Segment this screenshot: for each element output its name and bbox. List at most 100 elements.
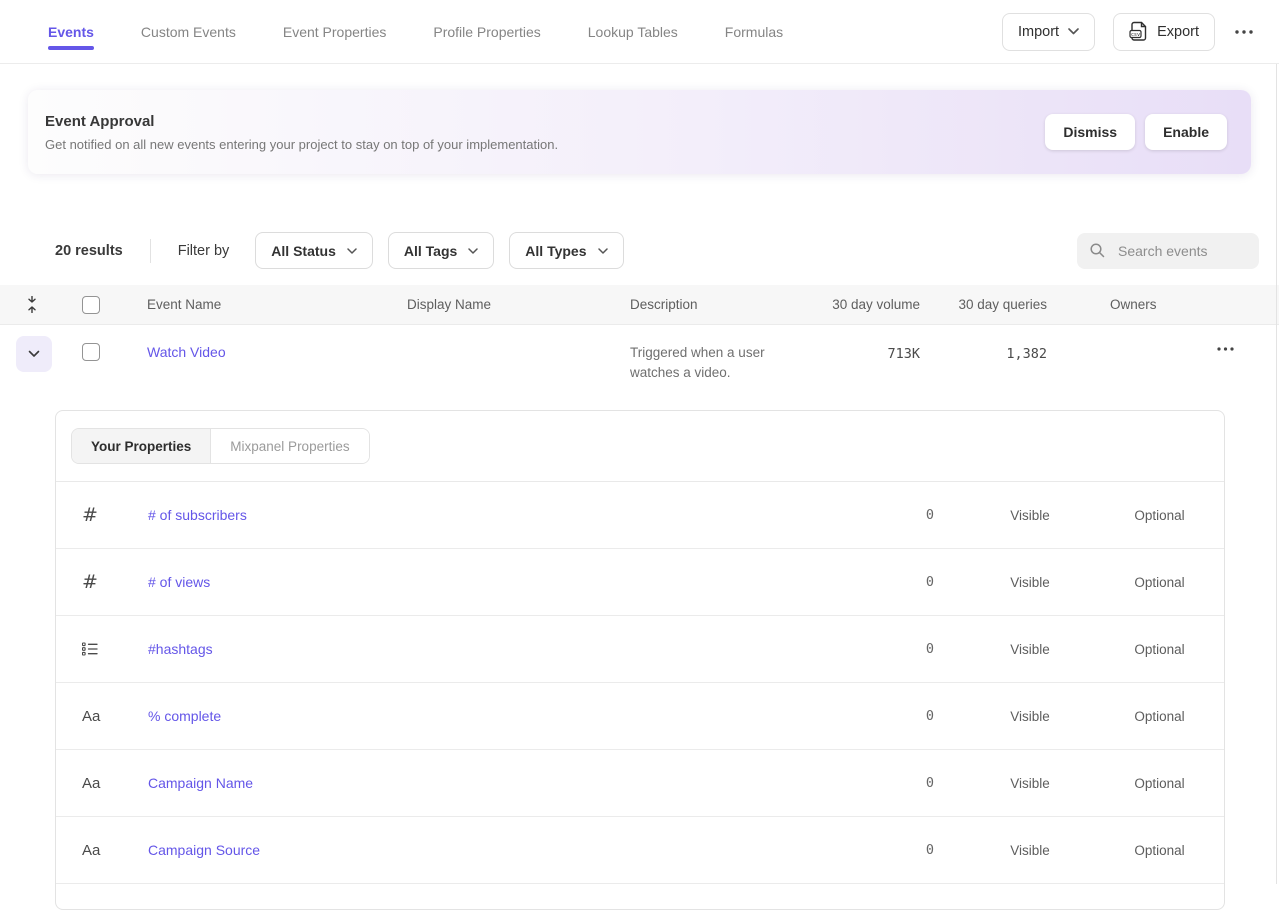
event-row-watch-video: Watch Video Triggered when a user watche… xyxy=(0,325,1279,410)
search-icon xyxy=(1089,242,1106,259)
chevron-down-icon xyxy=(468,248,478,254)
number-type-icon: # xyxy=(82,571,148,593)
column-header-queries: 30 day queries xyxy=(920,297,1047,312)
types-filter-label: All Types xyxy=(525,243,586,259)
row-checkbox[interactable] xyxy=(82,343,100,361)
tab-event-properties-label: Event Properties xyxy=(283,24,387,40)
tab-profile-properties-label: Profile Properties xyxy=(433,24,540,40)
search-input[interactable] xyxy=(1116,242,1247,260)
property-query-count: 0 xyxy=(765,708,965,724)
banner-title: Event Approval xyxy=(45,113,1045,130)
tab-your-properties[interactable]: Your Properties xyxy=(72,429,211,463)
nav-actions: Import csv Export xyxy=(1002,13,1255,51)
more-options-button[interactable] xyxy=(1233,26,1255,38)
csv-file-icon: csv xyxy=(1129,21,1148,42)
tab-event-properties[interactable]: Event Properties xyxy=(283,0,387,63)
export-button-label: Export xyxy=(1157,24,1199,40)
property-visibility: Visible xyxy=(965,642,1095,657)
property-query-count: 0 xyxy=(765,775,965,791)
status-filter-label: All Status xyxy=(271,243,336,259)
property-requirement: Optional xyxy=(1095,642,1224,657)
property-requirement: Optional xyxy=(1095,843,1224,858)
svg-text:csv: csv xyxy=(1131,32,1140,38)
tab-events-label: Events xyxy=(48,24,94,40)
property-requirement: Optional xyxy=(1095,776,1224,791)
tab-lookup-tables-label: Lookup Tables xyxy=(588,24,678,40)
import-button-label: Import xyxy=(1018,24,1059,40)
text-type-icon: Aa xyxy=(82,708,148,725)
number-type-icon: # xyxy=(82,504,148,526)
types-filter-dropdown[interactable]: All Types xyxy=(509,232,623,269)
property-requirement: Optional xyxy=(1095,575,1224,590)
export-button[interactable]: csv Export xyxy=(1113,13,1215,51)
property-query-count: 0 xyxy=(765,574,965,590)
property-visibility: Visible xyxy=(965,709,1095,724)
event-name-link[interactable]: Watch Video xyxy=(147,344,226,360)
text-type-icon: Aa xyxy=(82,775,148,792)
property-visibility: Visible xyxy=(965,843,1095,858)
tab-mixpanel-properties[interactable]: Mixpanel Properties xyxy=(211,429,368,463)
tab-profile-properties[interactable]: Profile Properties xyxy=(433,0,540,63)
import-button[interactable]: Import xyxy=(1002,13,1095,51)
select-all-checkbox[interactable] xyxy=(82,296,100,314)
property-name-link[interactable]: % complete xyxy=(148,708,221,724)
enable-button[interactable]: Enable xyxy=(1145,114,1227,150)
chevron-down-icon xyxy=(598,248,608,254)
search-box[interactable] xyxy=(1077,233,1259,269)
event-approval-banner: Event Approval Get notified on all new e… xyxy=(28,90,1251,174)
results-count: 20 results xyxy=(55,243,123,259)
tab-formulas[interactable]: Formulas xyxy=(725,0,783,63)
tab-events[interactable]: Events xyxy=(48,0,94,63)
property-name-link[interactable]: #hashtags xyxy=(148,641,213,657)
tab-lookup-tables[interactable]: Lookup Tables xyxy=(588,0,678,63)
tab-custom-events[interactable]: Custom Events xyxy=(141,0,236,63)
list-type-icon xyxy=(82,642,148,656)
property-visibility: Visible xyxy=(965,776,1095,791)
property-name-link[interactable]: Campaign Source xyxy=(148,842,260,858)
window-right-border xyxy=(1276,64,1277,884)
property-name-link[interactable]: # of views xyxy=(148,574,210,590)
status-filter-dropdown[interactable]: All Status xyxy=(255,232,373,269)
event-description: Triggered when a user watches a video. xyxy=(630,325,820,383)
property-query-count: 0 xyxy=(765,641,965,657)
nav-tabs: Events Custom Events Event Properties Pr… xyxy=(48,0,1002,63)
property-requirement: Optional xyxy=(1095,508,1224,523)
tags-filter-label: All Tags xyxy=(404,243,457,259)
row-more-options-button[interactable] xyxy=(1211,341,1240,357)
property-row: # # of subscribers 0 Visible Optional xyxy=(56,482,1224,549)
event-30day-queries: 1,382 xyxy=(1006,346,1047,362)
collapse-row-button[interactable] xyxy=(16,336,52,372)
banner-subtitle: Get notified on all new events entering … xyxy=(45,137,1045,152)
active-tab-underline xyxy=(48,46,94,50)
property-name-link[interactable]: # of subscribers xyxy=(148,507,247,523)
property-query-count: 0 xyxy=(765,507,965,523)
filter-by-label: Filter by xyxy=(178,243,230,259)
chevron-down-icon xyxy=(1068,28,1079,35)
top-nav: Events Custom Events Event Properties Pr… xyxy=(0,0,1279,64)
properties-segmented-control: Your Properties Mixpanel Properties xyxy=(71,428,370,464)
events-table-header: Event Name Display Name Description 30 d… xyxy=(0,285,1279,325)
properties-tabbar: Your Properties Mixpanel Properties xyxy=(56,411,1224,482)
column-header-owners: Owners xyxy=(1047,297,1197,312)
tags-filter-dropdown[interactable]: All Tags xyxy=(388,232,494,269)
property-row: Aa % complete 0 Visible Optional xyxy=(56,683,1224,750)
collapse-all-button[interactable] xyxy=(0,296,64,313)
property-row: #hashtags 0 Visible Optional xyxy=(56,616,1224,683)
ellipsis-icon xyxy=(1235,30,1253,34)
property-name-link[interactable]: Campaign Name xyxy=(148,775,253,791)
property-visibility: Visible xyxy=(965,508,1095,523)
property-row: # # of views 0 Visible Optional xyxy=(56,549,1224,616)
event-30day-volume: 713K xyxy=(887,346,920,362)
chevron-down-icon xyxy=(28,350,40,358)
chevron-down-icon xyxy=(347,248,357,254)
column-header-display-name: Display Name xyxy=(407,297,630,312)
dismiss-button[interactable]: Dismiss xyxy=(1045,114,1135,150)
ellipsis-icon xyxy=(1217,347,1234,351)
property-row: Aa Campaign Source 0 Visible Optional xyxy=(56,817,1224,884)
filter-row: 20 results Filter by All Status All Tags… xyxy=(55,232,1259,269)
banner-actions: Dismiss Enable xyxy=(1045,114,1227,150)
text-type-icon: Aa xyxy=(82,842,148,859)
column-header-volume: 30 day volume xyxy=(820,297,920,312)
divider xyxy=(150,239,151,263)
event-properties-panel: Your Properties Mixpanel Properties # # … xyxy=(55,410,1225,910)
